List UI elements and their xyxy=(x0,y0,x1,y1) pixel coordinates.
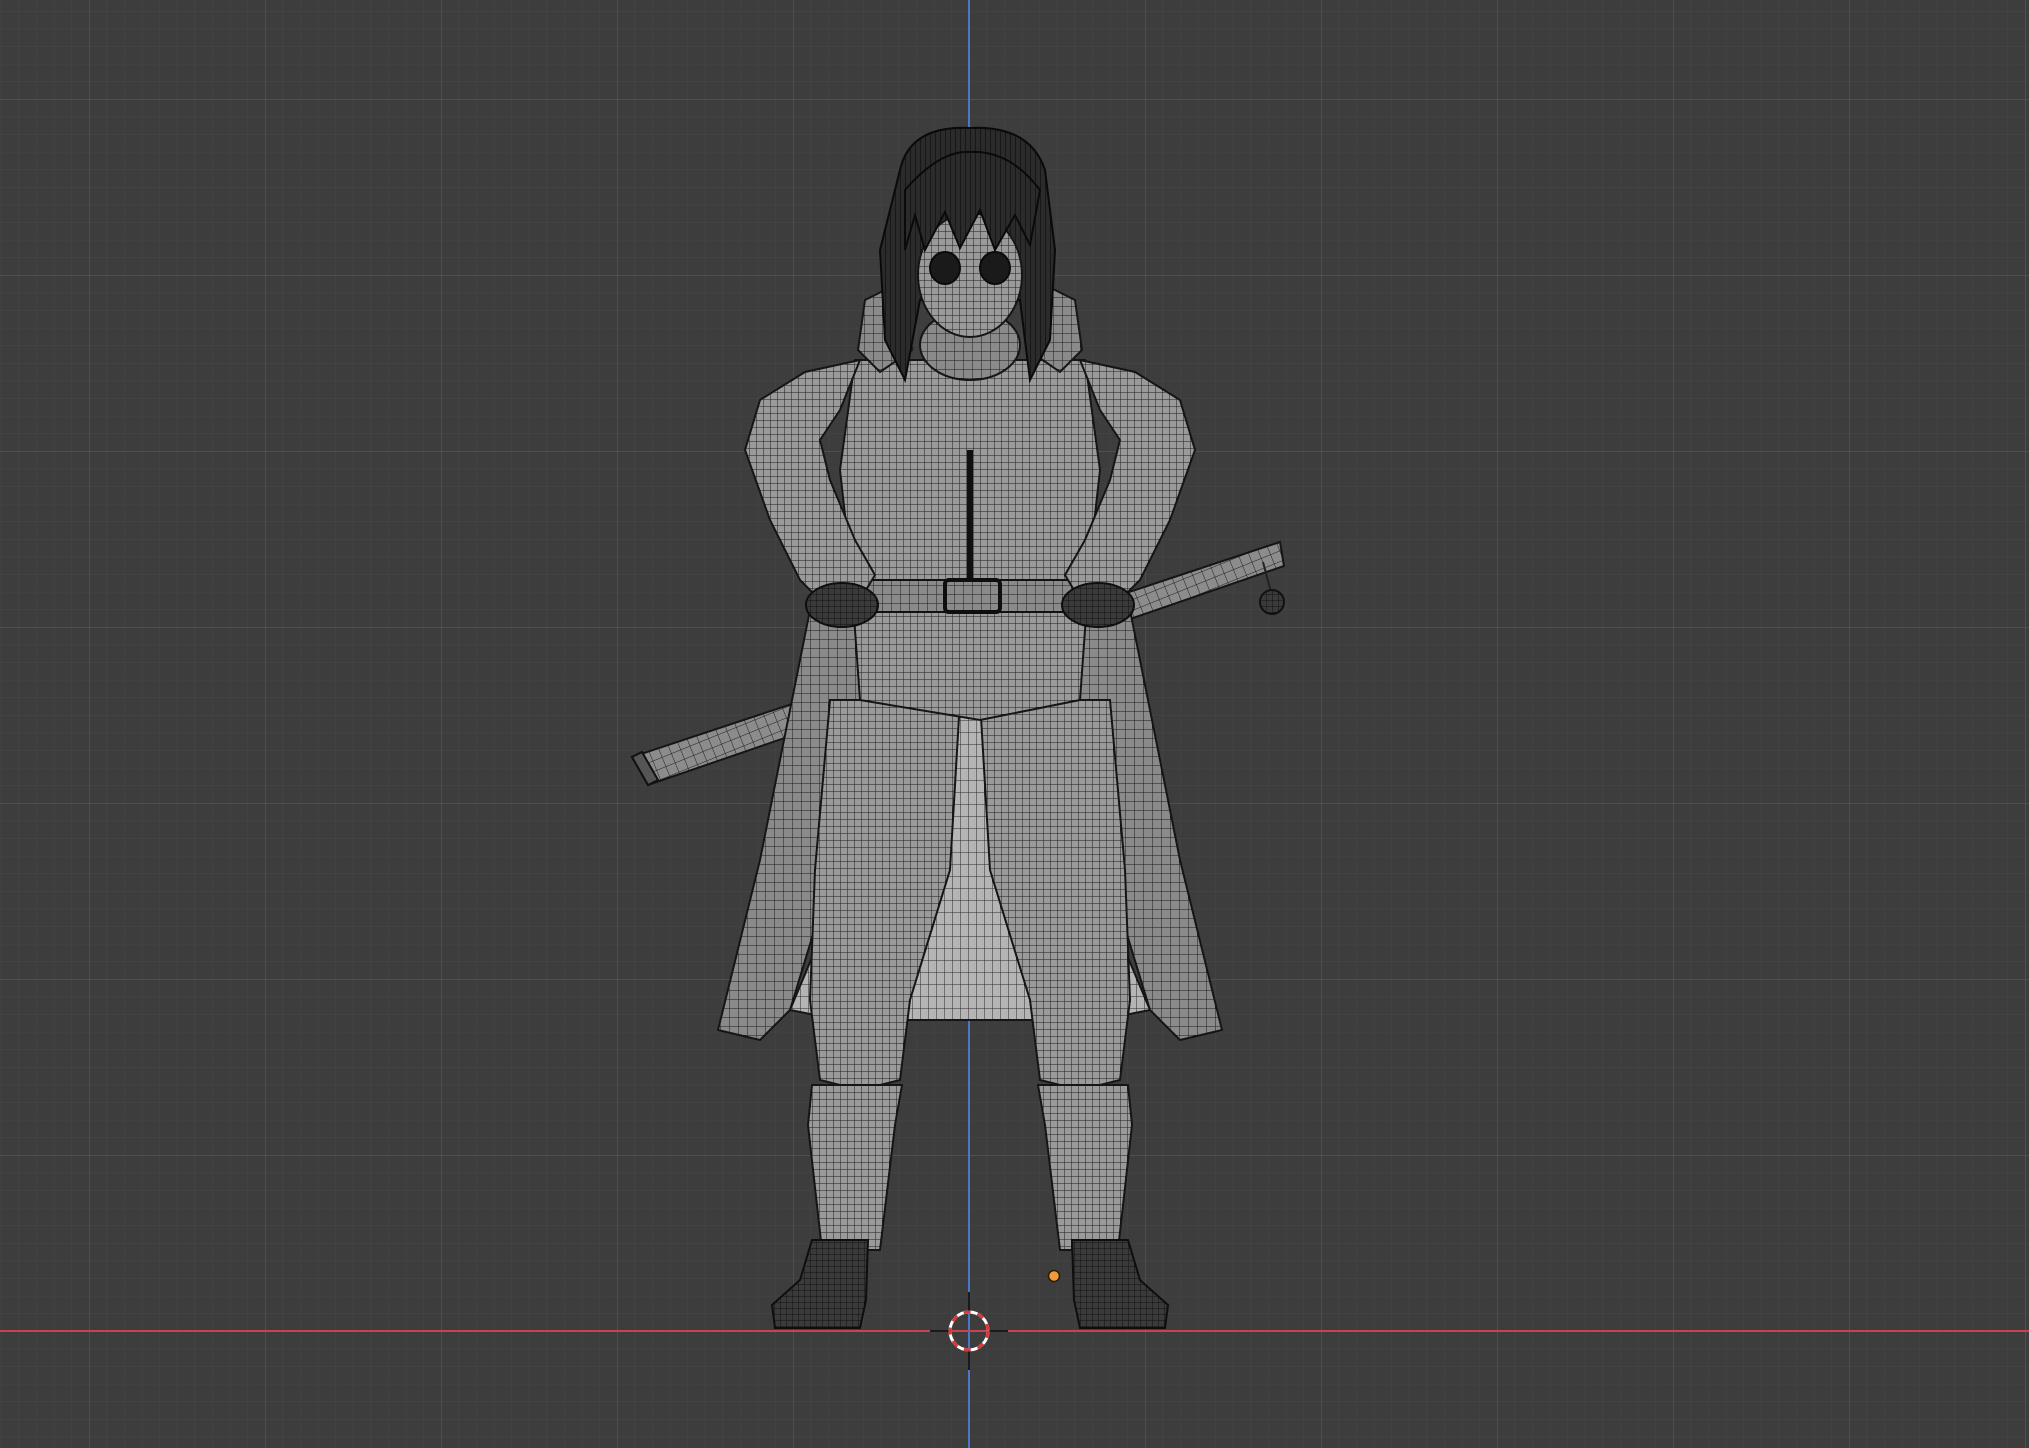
glove-left xyxy=(805,582,879,628)
eye-right xyxy=(979,251,1011,285)
viewport-canvas[interactable] xyxy=(0,0,2029,1448)
eye-left xyxy=(929,251,961,285)
object-origin[interactable] xyxy=(1047,1269,1061,1283)
3d-viewport[interactable] xyxy=(0,0,2029,1448)
sword-tassel xyxy=(1259,589,1285,615)
glove-right xyxy=(1061,582,1135,628)
belt xyxy=(859,579,1086,613)
